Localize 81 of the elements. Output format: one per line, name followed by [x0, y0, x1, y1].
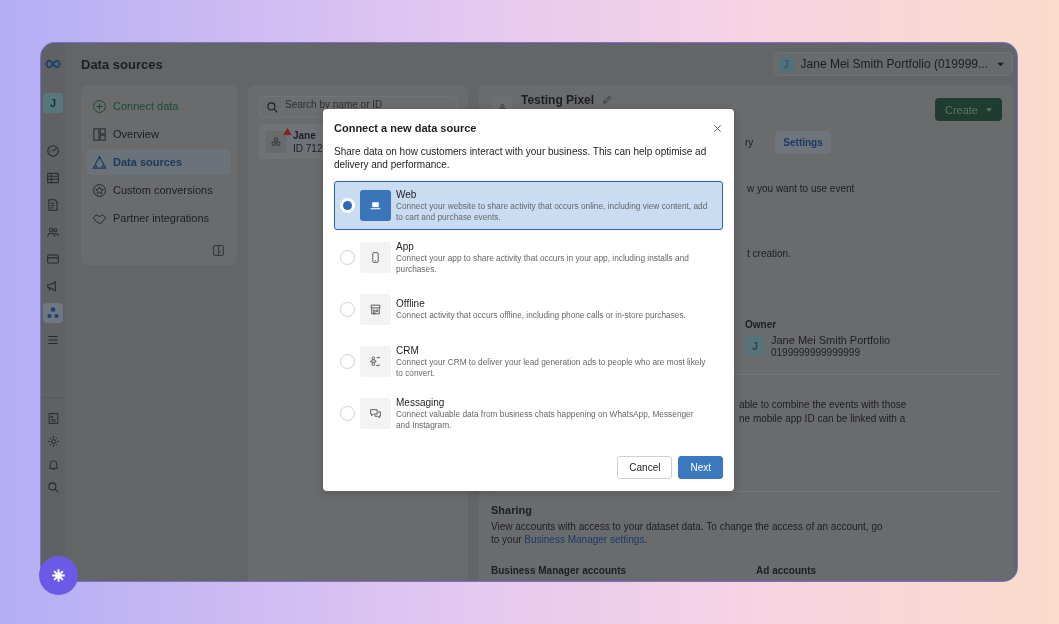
- nav-label: Custom conversions: [113, 184, 213, 196]
- dialog-description: Share data on how customers interact with your business. This can help optimise ad delivery and performance.: [334, 145, 708, 171]
- column-heading: Ad accounts: [756, 565, 817, 576]
- next-button[interactable]: Next: [678, 456, 723, 479]
- store-icon: [369, 303, 382, 316]
- column-heading: Business Manager accounts: [491, 565, 627, 576]
- people-icon: [369, 355, 382, 368]
- source-option[interactable]: CRM Connect your CRM to deliver your lead generation ads to people who are most likely to convert.: [334, 337, 723, 386]
- edit-icon[interactable]: [602, 94, 614, 105]
- card-icon[interactable]: [46, 252, 60, 266]
- dataset-title: Testing Pixel: [521, 93, 595, 107]
- owner-heading: Owner: [745, 319, 778, 330]
- option-description: Connect your app to share activity that occurs in your app, including installs and purchases.: [396, 252, 690, 275]
- phone-icon: [369, 251, 382, 264]
- nav-item[interactable]: Custom conversions: [87, 177, 231, 203]
- document-icon[interactable]: [46, 198, 60, 212]
- plus-circle-icon: [92, 98, 107, 114]
- people-icon[interactable]: [46, 225, 60, 239]
- source-option[interactable]: App Connect your app to share activity that occurs in your app, including installs and purchases.: [334, 233, 723, 282]
- cancel-button[interactable]: Cancel: [617, 456, 673, 479]
- search-input[interactable]: Search by name or ID: [285, 99, 450, 110]
- dialog-title: Connect a new data source: [334, 122, 477, 134]
- radio-button[interactable]: [340, 406, 355, 421]
- body-text: w you want to use event: [747, 183, 856, 194]
- search-icon: [266, 100, 279, 114]
- gauge-icon[interactable]: [46, 144, 60, 158]
- radio-button[interactable]: [340, 302, 355, 317]
- nav-item[interactable]: Data sources: [87, 149, 231, 175]
- body-text: ne mobile app ID can be linked with a: [739, 413, 907, 424]
- nodes-icon[interactable]: [46, 306, 60, 320]
- close-icon: [712, 122, 723, 134]
- nav-label: Data sources: [113, 156, 183, 168]
- option-title: Web: [396, 188, 418, 200]
- star-badge-icon: [92, 182, 107, 198]
- portfolio-name: Jane Mei Smith Portfolio (019999...: [800, 57, 988, 71]
- triangle-nodes-icon: [92, 154, 107, 170]
- layout-icon: [92, 126, 107, 142]
- source-id: ID 712: [293, 142, 323, 154]
- option-title: CRM: [396, 344, 420, 356]
- bell-icon[interactable]: [46, 458, 60, 471]
- section-heading: Sharing: [491, 504, 533, 516]
- source-name: Jane: [293, 129, 317, 141]
- table-icon[interactable]: [46, 171, 60, 185]
- option-description: Connect activity that occurs offline, including phone calls or in-store purchases.: [396, 310, 686, 321]
- chat-icon: [369, 407, 382, 420]
- radio-button[interactable]: [340, 250, 355, 265]
- collapse-panel-icon[interactable]: [212, 244, 225, 257]
- option-title: Messaging: [396, 396, 446, 408]
- option-title: App: [396, 240, 415, 252]
- search-icon[interactable]: [46, 481, 60, 494]
- source-option[interactable]: Web Connect your website to share activity that occurs online, including view content, add to cart and purchase events.: [334, 181, 723, 230]
- source-option[interactable]: Offline Connect activity that occurs offline, including phone calls or in-store purchases.: [334, 285, 723, 334]
- tab[interactable]: Settings: [775, 130, 831, 154]
- source-option[interactable]: Messaging Connect valuable data from business chats happening on WhatsApp, Messenger and Instagram.: [334, 389, 723, 438]
- laptop-icon: [369, 199, 382, 212]
- help-button[interactable]: [39, 556, 78, 595]
- create-button[interactable]: Create: [934, 98, 1002, 121]
- radio-button[interactable]: [340, 354, 355, 369]
- option-title: Offline: [396, 298, 426, 309]
- nav-label: Overview: [113, 128, 159, 140]
- nav-label: Partner integrations: [113, 212, 209, 224]
- account-avatar[interactable]: J: [43, 93, 63, 113]
- body-text: t creation.: [747, 248, 792, 259]
- owner-id: 0199999999999999: [771, 347, 861, 358]
- menu-icon[interactable]: [46, 333, 60, 347]
- option-description: Connect your CRM to deliver your lead generation ads to people who are most likely to convert.: [396, 356, 707, 379]
- option-description: Connect your website to share activity that occurs online, including view content, add to cart and purchase events.: [396, 200, 709, 223]
- nav-item[interactable]: Partner integrations: [87, 205, 231, 231]
- body-text: able to combine the events with those: [739, 399, 908, 410]
- sparkle-icon: [51, 568, 66, 583]
- tab[interactable]: ry: [737, 130, 762, 154]
- owner-name: Jane Mei Smith Portfolio: [771, 334, 891, 346]
- close-button[interactable]: [712, 122, 723, 134]
- nav-item[interactable]: Overview: [87, 121, 231, 147]
- nav-label: Connect data: [113, 100, 179, 112]
- settings-icon[interactable]: [46, 435, 60, 448]
- sharing-text: View accounts with access to your dataset data. To change the access of an account, go to your Business Manager settings.: [491, 520, 884, 546]
- page-title: Data sources: [81, 56, 163, 72]
- option-description: Connect valuable data from business chats happening on WhatsApp, Messenger and Instagram.: [396, 408, 695, 431]
- nav-item[interactable]: Connect data: [87, 93, 231, 119]
- contact-card-icon[interactable]: [46, 412, 60, 425]
